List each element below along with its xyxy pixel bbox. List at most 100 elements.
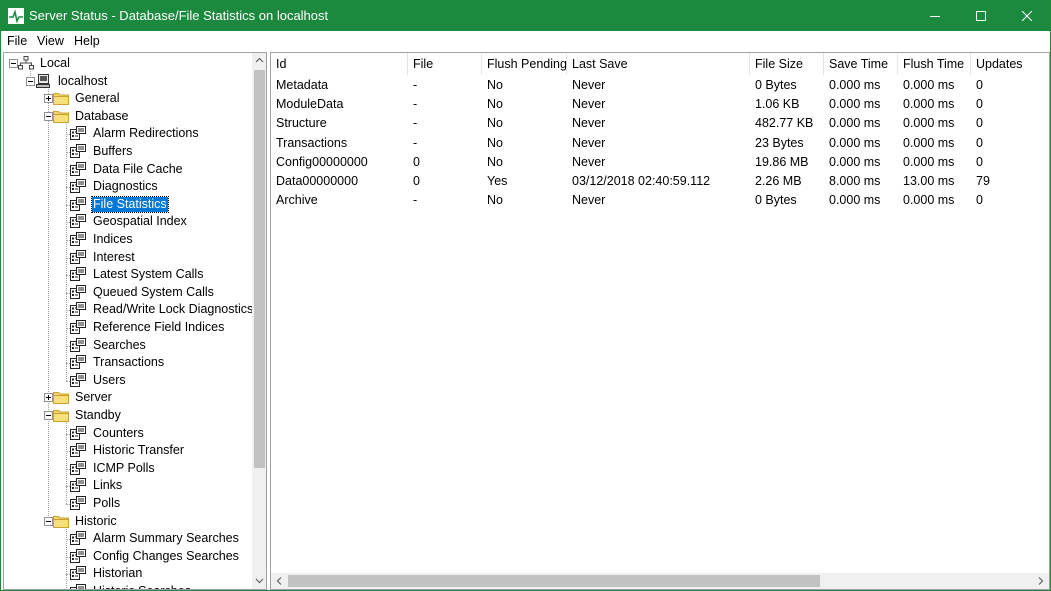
close-icon [1022,11,1032,21]
tree-item-counters[interactable]: Counters [4,425,250,443]
maximize-icon [976,11,986,21]
tree-item-label: Users [93,372,126,387]
column-header-flush-time[interactable]: Flush Time [898,53,971,75]
tree-item-label: Standby [75,408,121,422]
tree-item-buffers[interactable]: Buffers [4,143,250,161]
tree-item-label: Transactions [93,355,165,370]
column-header-updates[interactable]: Updates [971,53,1049,75]
menu-file[interactable]: File [7,34,27,48]
title-bar[interactable]: Server Status - Database/File Statistics… [1,1,1050,31]
table-row[interactable]: Structure - No Never 482.77 KB 0.000 ms 0.000 … [271,114,1049,133]
tree-item-historic-searches[interactable]: Historic Searches [4,583,250,589]
tree-item-config-changes-searches[interactable]: Config Changes Searches [4,548,250,566]
tree-item-alarm-summary-searches[interactable]: Alarm Summary Searches [4,530,250,548]
table-cell: No [487,193,503,208]
table-row[interactable]: Config00000000 0 No Never 19.86 MB 0.000 ms 0.… [271,153,1049,172]
tree-item-geospatial-index[interactable]: Geospatial Index [4,213,250,231]
table-cell: 0.000 ms [829,116,881,131]
collapse-minus-icon[interactable] [44,411,53,420]
tree-view[interactable]: Local localhost General Database Alarm Redir… [3,52,267,590]
tree-item-label: Queued System Calls [93,284,214,299]
scroll-right-arrow-icon[interactable] [1033,573,1049,589]
column-header-file[interactable]: File [408,53,482,75]
tree-item-data-file-cache[interactable]: Data File Cache [4,161,250,179]
tree-item-reference-field-indices[interactable]: Reference Field Indices [4,319,250,337]
collapse-minus-icon[interactable] [26,76,35,86]
table-row[interactable]: Data00000000 0 Yes 03/12/2018 02:40:59.112 2… [271,172,1049,191]
table-cell: No [487,97,503,112]
expand-plus-icon[interactable] [44,393,53,403]
column-header-last-save[interactable]: Last Save [567,53,750,75]
column-header-save-time[interactable]: Save Time [824,53,898,75]
tree-item-queued-system-calls[interactable]: Queued System Calls [4,284,250,302]
minimize-button[interactable] [912,1,958,31]
tree-item-standby[interactable]: Standby [4,407,250,425]
menu-help[interactable]: Help [74,34,100,48]
tree-item-historic[interactable]: Historic [4,513,250,531]
table-row[interactable]: Transactions - No Never 23 Bytes 0.000 ms 0.00… [271,134,1049,153]
column-header-id[interactable]: Id [271,53,408,75]
stats-icon [70,214,86,229]
scroll-up-arrow-icon[interactable] [252,53,266,68]
stats-icon [70,249,86,264]
table-cell: - [413,116,418,131]
tree-item-label: Alarm Redirections [93,126,199,141]
tree-item-transactions[interactable]: Transactions [4,354,250,372]
tree-item-label: Links [93,478,123,493]
collapse-minus-icon[interactable] [9,59,18,68]
list-scroll-thumb[interactable] [288,575,820,587]
folder-icon [53,91,69,106]
stats-icon [70,196,86,211]
tree-item-latest-system-calls[interactable]: Latest System Calls [4,266,250,284]
tree-item-database[interactable]: Database [4,108,250,126]
tree-item-read-write-lock-diagnostics[interactable]: Read/Write Lock Diagnostics [4,301,253,319]
stats-icon [70,302,86,317]
statistics-list[interactable]: Id File Flush Pending Last Save File Size Sav… [270,52,1050,590]
tree-item-indices[interactable]: Indices [4,231,250,249]
tree-item-label: Diagnostics [93,179,158,194]
tree-item-general[interactable]: General [4,90,250,108]
close-button[interactable] [1004,1,1050,31]
tree-item-server[interactable]: Server [4,389,250,407]
tree-item-icmp-polls[interactable]: ICMP Polls [4,460,250,478]
tree-item-historic-transfer[interactable]: Historic Transfer [4,442,250,460]
tree-item-diagnostics[interactable]: Diagnostics [4,178,250,196]
network-icon [18,56,34,70]
tree-vertical-scrollbar[interactable] [252,53,266,589]
maximize-button[interactable] [958,1,1004,31]
table-cell: Config00000000 [276,154,368,169]
menu-view[interactable]: View [37,34,64,48]
table-cell: - [413,78,418,92]
table-cell: 0 [976,116,983,131]
tree-item-file-statistics[interactable]: File Statistics [4,195,250,214]
table-row[interactable]: ModuleData - No Never 1.06 KB 0.000 ms 0.000 m… [271,95,1049,114]
collapse-minus-icon[interactable] [44,111,53,121]
tree-item-label: Local [40,56,70,70]
list-horizontal-scrollbar[interactable] [271,573,1049,589]
table-row[interactable]: Metadata - No Never 0 Bytes 0.000 ms 0.000 ms 0 [271,76,1049,95]
tree-item-local[interactable]: Local [4,55,250,73]
tree-item-historian[interactable]: Historian [4,565,250,583]
tree-item-polls[interactable]: Polls [4,495,250,513]
collapse-minus-icon[interactable] [44,516,53,526]
table-cell: Never [572,116,606,131]
tree-item-links[interactable]: Links [4,477,250,495]
tree-item-alarm-redirections[interactable]: Alarm Redirections [4,125,250,143]
tree-item-interest[interactable]: Interest [4,249,250,267]
column-header-file-size[interactable]: File Size [750,53,824,75]
table-cell: Never [572,97,606,112]
tree-item-users[interactable]: Users [4,372,250,390]
tree-scroll-thumb[interactable] [254,70,265,468]
stats-icon [70,355,86,370]
table-row[interactable]: Archive - No Never 0 Bytes 0.000 ms 0.000 ms 0 [271,191,1049,210]
tree-item-searches[interactable]: Searches [4,337,250,355]
table-cell: 0.000 ms [903,78,955,92]
stats-icon [70,320,86,334]
tree-item-localhost[interactable]: localhost [4,73,250,91]
column-header-flush-pending[interactable]: Flush Pending [482,53,567,75]
expand-plus-icon[interactable] [44,94,53,104]
scroll-left-arrow-icon[interactable] [271,573,287,589]
tree-item-label: Alarm Summary Searches [93,531,239,546]
scroll-down-arrow-icon[interactable] [252,573,266,588]
minimize-icon [930,16,940,17]
